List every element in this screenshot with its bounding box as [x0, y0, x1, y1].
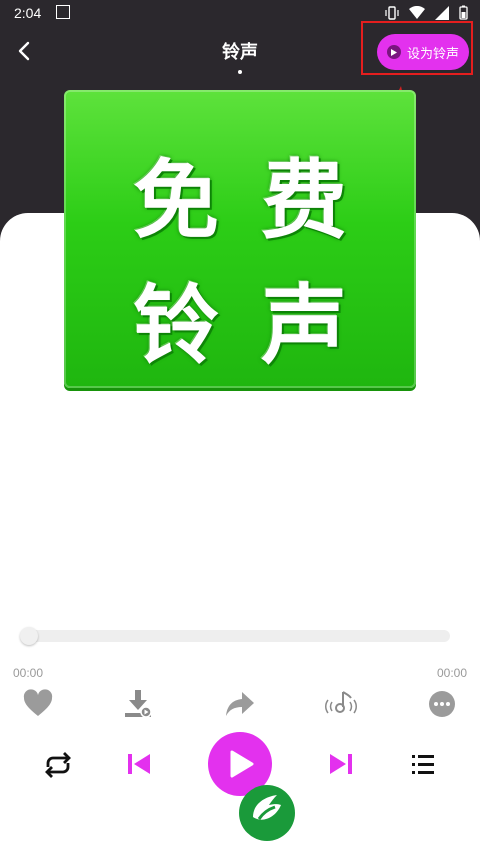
album-art-char: 铃: [133, 276, 219, 376]
play-icon: [230, 750, 254, 778]
album-art-char: 费: [261, 151, 347, 251]
download-icon[interactable]: [122, 688, 154, 720]
battery-icon: [459, 5, 468, 20]
progress-bar[interactable]: [28, 630, 450, 642]
current-time: 00:00: [13, 666, 44, 680]
watermark-logo-icon: [239, 785, 295, 841]
signal-icon: [435, 5, 449, 20]
album-art-char: 免: [133, 151, 219, 251]
previous-icon[interactable]: [126, 752, 152, 776]
vibrate-icon: [385, 5, 399, 20]
play-small-icon: [386, 45, 401, 59]
progress-thumb[interactable]: [20, 627, 38, 645]
playlist-icon[interactable]: [410, 752, 436, 776]
set-ringtone-label: 设为铃声: [406, 45, 459, 61]
status-icons: [385, 5, 468, 20]
total-time: 00:00: [436, 666, 467, 680]
wifi-icon: [409, 5, 425, 19]
share-icon[interactable]: [224, 688, 256, 720]
status-time: 2:04: [14, 5, 42, 21]
notification-icon: [56, 5, 70, 19]
next-icon[interactable]: [328, 752, 354, 776]
album-art-char: 声: [261, 276, 347, 376]
repeat-icon[interactable]: [42, 751, 74, 779]
set-ringtone-button[interactable]: 设为铃声: [377, 34, 469, 70]
ringtone-wave-icon[interactable]: [325, 688, 357, 720]
more-icon[interactable]: [426, 688, 458, 720]
album-art-text: 免 费 铃 声: [64, 90, 416, 388]
album-art: 免 费 铃 声: [64, 90, 416, 388]
heart-icon[interactable]: [22, 688, 54, 720]
page-indicator-dot: [238, 70, 242, 74]
